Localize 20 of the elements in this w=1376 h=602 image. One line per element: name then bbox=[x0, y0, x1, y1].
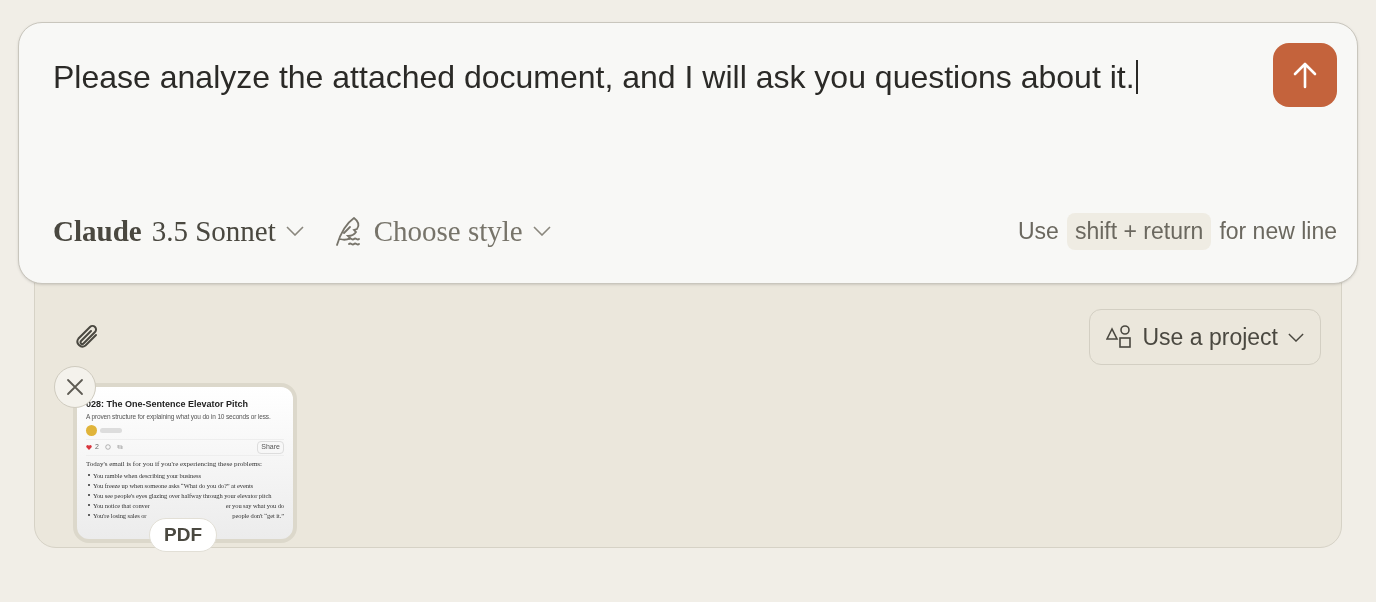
close-icon bbox=[66, 378, 84, 396]
comment-icon bbox=[104, 444, 111, 451]
shapes-icon bbox=[1106, 325, 1133, 349]
chevron-down-icon bbox=[285, 226, 304, 237]
send-button[interactable] bbox=[1273, 43, 1337, 107]
chevron-down-icon bbox=[532, 226, 551, 237]
model-selector[interactable]: Claude 3.5 Sonnet bbox=[53, 209, 304, 253]
style-selector[interactable]: Choose style bbox=[333, 209, 551, 253]
document-thumbnail[interactable] bbox=[73, 383, 297, 543]
hint-text: Use bbox=[1018, 217, 1059, 246]
message-field[interactable]: Please analyze the attached document, and I will ask you questions about it. bbox=[53, 43, 1273, 95]
project-button[interactable]: Use a project bbox=[1089, 309, 1321, 365]
hint-text: for new line bbox=[1219, 217, 1337, 246]
heart-icon bbox=[86, 444, 92, 450]
chevron-down-icon bbox=[1288, 332, 1304, 342]
arrow-up-icon bbox=[1292, 61, 1318, 89]
keyboard-shortcut: shift + return bbox=[1066, 213, 1212, 250]
file-type-badge: PDF bbox=[149, 518, 217, 552]
restack-icon bbox=[116, 444, 123, 451]
avatar bbox=[86, 425, 97, 436]
